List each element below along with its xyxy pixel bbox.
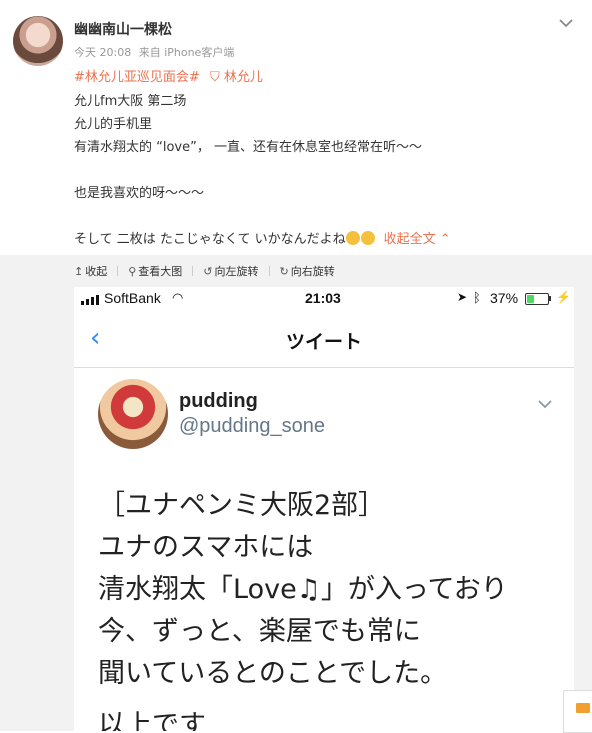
user-avatar[interactable] bbox=[13, 16, 63, 66]
tweet-line: 今、ずっと、楽屋でも常に bbox=[98, 616, 421, 647]
chevron-down-icon[interactable] bbox=[557, 14, 575, 32]
floating-mail-tab[interactable] bbox=[563, 690, 592, 733]
username[interactable]: 幽幽南山一棵松 bbox=[74, 19, 172, 39]
collapse-label: 收起全文 bbox=[383, 232, 436, 247]
collapse-image-button[interactable]: ↥ 收起 bbox=[74, 263, 107, 279]
magnifier-icon: ⚲ bbox=[128, 264, 137, 278]
tweet-line: ユナのスマホには bbox=[98, 532, 314, 563]
tweet-avatar bbox=[98, 379, 168, 449]
location-arrow-icon: ➤ bbox=[457, 290, 468, 304]
battery-nub bbox=[549, 296, 551, 301]
toolbar-label: 收起 bbox=[85, 265, 108, 278]
post-tags: #林允儿亚巡见面会# ⛉ 林允儿 bbox=[74, 66, 263, 85]
rotate-right-button[interactable]: ↻ 向右旋转 bbox=[280, 263, 335, 279]
screenshot-image[interactable]: SoftBank ◠ 21:03 ➤ ᛒ 37% ⚡ ‹ ツイート puddin… bbox=[74, 287, 574, 731]
location-pin-icon: ⛉ bbox=[209, 70, 220, 85]
person-tag[interactable]: 林允儿 bbox=[224, 70, 263, 85]
post-line: 也是我喜欢的呀～～～ bbox=[74, 186, 205, 201]
post-time: 今天 20:08 bbox=[74, 46, 132, 59]
nav-title: ツイート bbox=[285, 331, 362, 353]
view-large-button[interactable]: ⚲ 查看大图 bbox=[128, 263, 182, 279]
post-body: 允儿fm大阪 第二场 允儿的手机里 有清水翔太的 “love”， 一直、还有在休… bbox=[74, 90, 574, 251]
phone-clock: 21:03 bbox=[305, 290, 341, 306]
laughing-emoji-icon bbox=[345, 231, 360, 245]
topic-tag[interactable]: #林允儿亚巡见面会# bbox=[74, 70, 200, 85]
battery-level bbox=[527, 295, 534, 303]
toolbar-label: 向右旋转 bbox=[290, 265, 335, 278]
tweet-line: 以上です bbox=[98, 710, 206, 731]
collapse-button[interactable]: 收起全文 ⌃ bbox=[384, 232, 451, 247]
charging-bolt-icon: ⚡ bbox=[556, 290, 571, 304]
tweet-line: ［ユナペンミ大阪2部］ bbox=[98, 490, 386, 521]
divider bbox=[192, 266, 194, 276]
post-line: 允儿的手机里 bbox=[74, 117, 153, 132]
rotate-left-icon: ↺ bbox=[203, 264, 213, 278]
laughing-emoji-icon bbox=[360, 231, 375, 245]
chevron-down-icon bbox=[538, 400, 552, 409]
toolbar-label: 向左旋转 bbox=[214, 265, 259, 278]
post-line: そして 二枚は たこじゃなくて いかなんだよね bbox=[74, 232, 346, 247]
bluetooth-icon: ᛒ bbox=[473, 290, 481, 305]
post-line: 允儿fm大阪 第二场 bbox=[74, 94, 187, 109]
battery-icon bbox=[525, 293, 549, 305]
phone-status-bar: SoftBank ◠ 21:03 ➤ ᛒ 37% ⚡ bbox=[74, 287, 574, 311]
rotate-left-button[interactable]: ↺ 向左旋转 bbox=[203, 263, 258, 279]
chevron-up-icon: ⌃ bbox=[439, 232, 451, 247]
tweet-author-handle: @pudding_sone bbox=[179, 415, 325, 437]
weibo-post: 幽幽南山一棵松 今天 20:08 来自 iPhone客户端 #林允儿亚巡见面会#… bbox=[0, 0, 592, 255]
toolbar-label: 查看大图 bbox=[138, 265, 183, 278]
mail-icon bbox=[576, 703, 590, 713]
carrier-name: SoftBank bbox=[104, 290, 161, 306]
tweet-text: ［ユナペンミ大阪2部］ ユナのスマホには 清水翔太「Love♫」が入っており 今… bbox=[98, 485, 568, 731]
rotate-right-icon: ↻ bbox=[279, 264, 289, 278]
tweet-author-name: pudding bbox=[179, 390, 258, 412]
post-source[interactable]: 来自 iPhone客户端 bbox=[139, 46, 235, 59]
post-meta: 今天 20:08 来自 iPhone客户端 bbox=[74, 44, 238, 60]
battery-percent: 37% bbox=[490, 290, 519, 306]
divider bbox=[117, 266, 119, 276]
tweet-line: 清水翔太「Love♫」が入っており bbox=[98, 574, 508, 605]
post-line: 有清水翔太的 “love”， 一直、还有在休息室也经常在听～～ bbox=[74, 140, 422, 155]
image-viewer: ↥ 收起 ⚲ 查看大图 ↺ 向左旋转 ↻ 向右旋转 SoftBank ◠ 21:… bbox=[0, 255, 592, 731]
post-last-line: そして 二枚は たこじゃなくて いかなんだよね 收起全文 ⌃ bbox=[74, 228, 574, 251]
signal-bars-icon bbox=[81, 295, 99, 305]
tweet-navbar: ‹ ツイート bbox=[74, 311, 574, 368]
divider bbox=[268, 266, 270, 276]
collapse-icon: ↥ bbox=[74, 264, 84, 278]
image-toolbar: ↥ 收起 ⚲ 查看大图 ↺ 向左旋转 ↻ 向右旋转 bbox=[74, 263, 345, 279]
wifi-icon: ◠ bbox=[172, 290, 184, 305]
tweet-line: 聞いているとのことでした。 bbox=[98, 658, 448, 689]
